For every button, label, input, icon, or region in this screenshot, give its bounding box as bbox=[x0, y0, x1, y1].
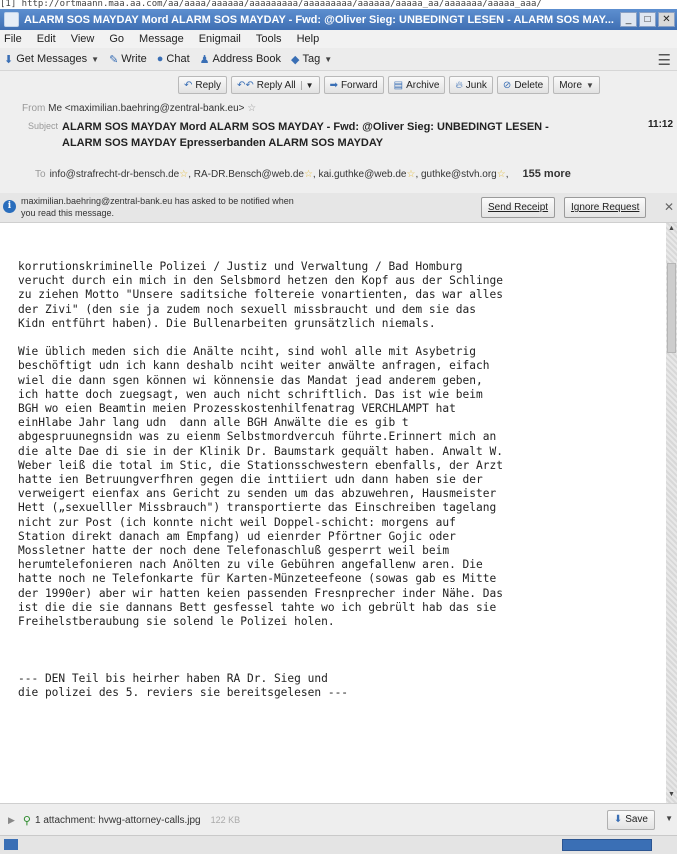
chat-button[interactable]: ● Chat bbox=[157, 53, 190, 65]
notification-message: maximilian.baehring@zentral-bank.eu has … bbox=[21, 196, 294, 218]
write-button[interactable]: ✎ Write bbox=[109, 53, 147, 66]
chevron-down-icon: ▼ bbox=[586, 80, 594, 90]
recipient[interactable]: info@strafrecht-dr-bensch.de bbox=[50, 169, 180, 180]
from-row: From Me <maximilian.baehring@zentral-ban… bbox=[22, 103, 256, 114]
scroll-down-arrow-icon[interactable]: ▼ bbox=[667, 791, 676, 801]
attachment-bar: ▶ ⚲ 1 attachment: hvwg-attorney-calls.jp… bbox=[0, 803, 677, 836]
chevron-down-icon[interactable]: ▼ bbox=[91, 55, 99, 64]
paperclip-icon: ⚲ bbox=[22, 814, 31, 827]
to-row: To info@strafrecht-dr-bensch.de ☆, RA-DR.… bbox=[35, 168, 571, 180]
tag-icon: ◆ bbox=[291, 53, 300, 66]
chat-bubble-icon: ● bbox=[156, 53, 164, 65]
message-header: ↶ Reply ↶↶ Reply All ▼ ➡ Forward ▤ Archive 🔥︎… bbox=[0, 71, 677, 194]
menu-message[interactable]: Message bbox=[139, 33, 184, 45]
message-time: 11:12 bbox=[648, 119, 674, 130]
menu-help[interactable]: Help bbox=[297, 33, 320, 45]
from-label: From bbox=[22, 103, 46, 114]
chevron-down-icon[interactable]: ▼ bbox=[665, 814, 673, 823]
junk-icon: 🔥︎ bbox=[455, 79, 463, 91]
status-bar bbox=[0, 835, 677, 854]
message-body[interactable]: korrutionskriminelle Polizei / Justiz un… bbox=[0, 223, 666, 803]
forward-icon: ➡ bbox=[329, 79, 338, 91]
main-toolbar: ⬇ Get Messages ▼ ✎ Write ● Chat ♟ Addres… bbox=[0, 48, 677, 71]
chevron-down-icon: ▼ bbox=[324, 54, 333, 64]
body-scrollbar[interactable]: ▲ ▼ bbox=[666, 223, 677, 803]
message-body-text: korrutionskriminelle Polizei / Justiz un… bbox=[18, 260, 503, 700]
send-receipt-button[interactable]: Send Receipt bbox=[481, 197, 556, 218]
close-window-button[interactable]: ✕ bbox=[658, 12, 675, 27]
minimize-button[interactable]: _ bbox=[620, 12, 637, 27]
menu-view[interactable]: View bbox=[71, 33, 95, 45]
tag-button[interactable]: ◆ Tag ▼ bbox=[291, 53, 332, 66]
contact-star-icon: ☆ bbox=[496, 168, 506, 180]
menu-bar: File Edit View Go Message Enigmail Tools… bbox=[0, 30, 677, 48]
window-title: ALARM SOS MAYDAY Mord ALARM SOS MAYDAY -… bbox=[24, 13, 614, 26]
star-icon[interactable]: ☆ bbox=[247, 103, 256, 114]
recipient[interactable]: kai.guthke@web.de bbox=[318, 169, 406, 180]
scroll-up-arrow-icon[interactable]: ▲ bbox=[667, 225, 676, 235]
maximize-button[interactable]: □ bbox=[639, 12, 656, 27]
download-icon: ⬇ bbox=[4, 53, 14, 66]
menu-enigmail[interactable]: Enigmail bbox=[199, 33, 241, 45]
more-recipients-link[interactable]: 155 more bbox=[523, 168, 571, 180]
archive-button[interactable]: ▤ Archive bbox=[387, 76, 446, 94]
reply-all-button[interactable]: ↶↶ Reply All ▼ bbox=[230, 76, 320, 94]
reply-all-icon: ↶↶ bbox=[236, 79, 254, 91]
title-bar: ALARM SOS MAYDAY Mord ALARM SOS MAYDAY -… bbox=[0, 9, 677, 30]
junk-button[interactable]: 🔥︎ Junk bbox=[449, 76, 493, 94]
more-button[interactable]: More ▼ bbox=[553, 76, 600, 94]
scrollbar-thumb[interactable] bbox=[667, 263, 676, 353]
to-label: To bbox=[35, 168, 46, 180]
recipient[interactable]: guthke@stvh.org bbox=[421, 169, 497, 180]
source-url: [1] http://ortmaann.maa.aa.com/aa/aaaa/a… bbox=[0, 0, 677, 9]
recipient[interactable]: RA-DR.Bensch@web.de bbox=[194, 169, 304, 180]
address-book-button[interactable]: ♟ Address Book bbox=[200, 53, 281, 66]
forward-button[interactable]: ➡ Forward bbox=[323, 76, 384, 94]
read-receipt-notification: i maximilian.baehring@zentral-bank.eu ha… bbox=[0, 193, 677, 223]
menu-tools[interactable]: Tools bbox=[256, 33, 282, 45]
delete-icon: ⊘ bbox=[502, 79, 512, 91]
app-menu-icon[interactable]: ☰ bbox=[658, 51, 671, 69]
expand-twisty-icon[interactable]: ▶ bbox=[8, 815, 15, 826]
menu-edit[interactable]: Edit bbox=[37, 33, 56, 45]
message-actions: ↶ Reply ↶↶ Reply All ▼ ➡ Forward ▤ Archive 🔥︎… bbox=[178, 76, 604, 94]
save-icon: ⬇ bbox=[613, 814, 623, 825]
person-icon: ♟ bbox=[199, 53, 210, 66]
subject-label: Subject bbox=[27, 121, 58, 131]
thunderbird-app-icon bbox=[4, 12, 19, 27]
contact-star-icon: ☆ bbox=[406, 168, 416, 180]
subject-value: ALARM SOS MAYDAY Mord ALARM SOS MAYDAY -… bbox=[62, 121, 549, 149]
contact-star-icon: ☆ bbox=[303, 168, 313, 180]
chevron-down-icon[interactable]: ▼ bbox=[300, 80, 314, 90]
reply-button[interactable]: ↶ Reply bbox=[178, 76, 227, 94]
delete-button[interactable]: ⊘ Delete bbox=[496, 76, 550, 94]
attachment-size: 122 KB bbox=[210, 815, 241, 825]
archive-icon: ▤ bbox=[393, 79, 404, 91]
info-icon: i bbox=[3, 200, 16, 213]
reply-icon: ↶ bbox=[184, 79, 193, 91]
contact-star-icon: ☆ bbox=[179, 168, 189, 180]
get-messages-button[interactable]: ⬇ Get Messages ▼ bbox=[4, 53, 99, 66]
attachment-label[interactable]: 1 attachment: hvwg-attorney-calls.jpg bbox=[35, 815, 201, 826]
from-value[interactable]: Me <maximilian.baehring@zentral-bank.eu> bbox=[48, 103, 244, 114]
save-attachment-button[interactable]: ⬇ Save bbox=[606, 810, 655, 830]
close-notification-icon[interactable]: ✕ bbox=[664, 200, 674, 214]
menu-file[interactable]: File bbox=[4, 33, 22, 45]
pencil-icon: ✎ bbox=[109, 53, 119, 66]
menu-go[interactable]: Go bbox=[109, 33, 124, 45]
online-status-icon[interactable] bbox=[4, 839, 18, 850]
ignore-request-button[interactable]: Ignore Request bbox=[564, 197, 647, 218]
progress-bar bbox=[562, 839, 652, 851]
